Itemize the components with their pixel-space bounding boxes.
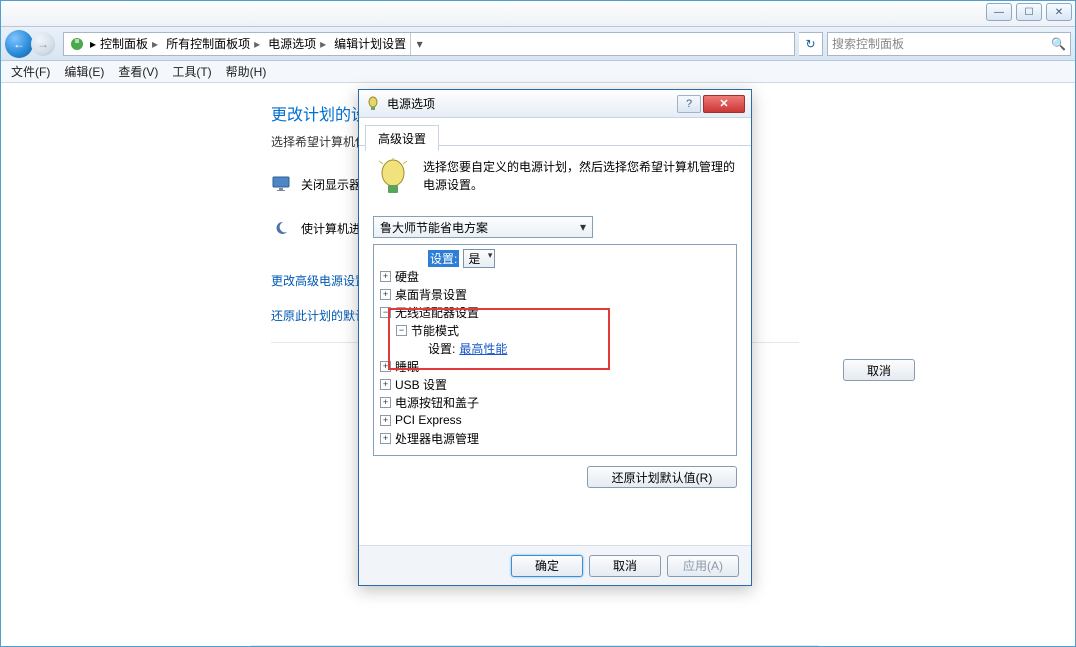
breadcrumb-dropdown[interactable]: ▾ xyxy=(410,33,428,55)
moon-icon xyxy=(271,218,291,238)
tree-power-save-mode[interactable]: 节能模式 xyxy=(411,322,459,339)
lightbulb-large-icon xyxy=(373,158,413,198)
restore-plan-defaults-button[interactable]: 还原计划默认值(R) xyxy=(587,466,737,488)
tab-advanced[interactable]: 高级设置 xyxy=(365,125,439,151)
tree-cpu[interactable]: 处理器电源管理 xyxy=(395,430,479,447)
search-placeholder: 搜索控制面板 xyxy=(832,35,904,52)
breadcrumb-item[interactable]: 编辑计划设置 xyxy=(330,35,410,52)
right-pane: 取消 xyxy=(819,83,1075,646)
tree-sleep[interactable]: 睡眠 xyxy=(395,358,419,375)
arrow-left-icon: ← xyxy=(13,37,25,51)
expand-toggle[interactable]: + xyxy=(380,397,391,408)
lightbulb-icon xyxy=(365,96,381,112)
main-cancel-button[interactable]: 取消 xyxy=(843,359,915,381)
setting-value-dropdown[interactable]: 是 xyxy=(463,249,495,268)
breadcrumb[interactable]: ▸ 控制面板▸ 所有控制面板项▸ 电源选项▸ 编辑计划设置 ▾ xyxy=(63,32,795,56)
dialog-close-button[interactable]: ✕ xyxy=(703,95,745,113)
refresh-button[interactable]: ↻ xyxy=(799,32,823,56)
power-options-dialog: 电源选项 ? ✕ 高级设置 选择您要自定义的电源计划，然后选择您希望计算机管理的… xyxy=(358,89,752,586)
tree-harddisk[interactable]: 硬盘 xyxy=(395,268,419,285)
expand-toggle[interactable]: + xyxy=(380,379,391,390)
address-bar: ← → ▸ 控制面板▸ 所有控制面板项▸ 电源选项▸ 编辑计划设置 ▾ ↻ 搜索… xyxy=(1,27,1075,61)
search-icon: 🔍 xyxy=(1051,37,1066,51)
expand-toggle[interactable]: + xyxy=(380,289,391,300)
menu-file[interactable]: 文件(F) xyxy=(11,63,50,80)
dialog-info-text: 选择您要自定义的电源计划，然后选择您希望计算机管理的电源设置。 xyxy=(423,158,737,198)
tree-power-button[interactable]: 电源按钮和盖子 xyxy=(395,394,479,411)
nav-back-button[interactable]: ← xyxy=(5,30,33,58)
search-input[interactable]: 搜索控制面板 🔍 xyxy=(827,32,1071,56)
collapse-toggle[interactable]: − xyxy=(396,325,407,336)
dialog-footer: 确定 取消 应用(A) xyxy=(359,545,751,585)
expand-toggle[interactable]: + xyxy=(380,415,391,426)
breadcrumb-item[interactable]: 电源选项▸ xyxy=(264,35,330,52)
cancel-button[interactable]: 取消 xyxy=(589,555,661,577)
expand-toggle[interactable]: + xyxy=(380,433,391,444)
dialog-help-button[interactable]: ? xyxy=(677,95,701,113)
menu-view[interactable]: 查看(V) xyxy=(118,63,158,80)
power-plan-selected: 鲁大师节能省电方案 xyxy=(380,219,488,236)
dialog-tabstrip: 高级设置 xyxy=(359,118,751,146)
power-plan-select[interactable]: 鲁大师节能省电方案 ▾ xyxy=(373,216,593,238)
settings-tree[interactable]: 设置: 是 +硬盘 +桌面背景设置 −无线适配器设置 −节能模式 设置: 最高性… xyxy=(373,244,737,456)
chevron-down-icon: ▾ xyxy=(580,220,586,234)
tree-pci-express[interactable]: PCI Express xyxy=(395,413,462,427)
tree-usb[interactable]: USB 设置 xyxy=(395,376,447,393)
tree-setting-link[interactable]: 最高性能 xyxy=(459,340,507,357)
window-maximize-button[interactable]: ☐ xyxy=(1016,3,1042,21)
monitor-icon xyxy=(271,174,291,194)
expand-toggle[interactable]: + xyxy=(380,271,391,282)
tree-wireless[interactable]: 无线适配器设置 xyxy=(395,304,479,321)
menu-tools[interactable]: 工具(T) xyxy=(172,63,211,80)
setting-label-highlighted: 设置: xyxy=(428,250,459,267)
arrow-right-icon: → xyxy=(37,37,49,51)
display-off-label: 关闭显示器: xyxy=(301,176,364,193)
menu-help[interactable]: 帮助(H) xyxy=(226,63,267,80)
control-panel-icon xyxy=(68,35,86,53)
nav-forward-button[interactable]: → xyxy=(31,32,55,56)
expand-toggle[interactable]: + xyxy=(380,361,391,372)
window-titlebar: — ☐ ✕ xyxy=(1,1,1075,27)
dialog-title: 电源选项 xyxy=(387,95,435,112)
window-close-button[interactable]: ✕ xyxy=(1046,3,1072,21)
ok-button[interactable]: 确定 xyxy=(511,555,583,577)
apply-button[interactable]: 应用(A) xyxy=(667,555,739,577)
breadcrumb-item[interactable]: 控制面板▸ xyxy=(96,35,162,52)
dialog-titlebar: 电源选项 ? ✕ xyxy=(359,90,751,118)
refresh-icon: ↻ xyxy=(805,37,815,51)
breadcrumb-item[interactable]: 所有控制面板项▸ xyxy=(162,35,264,52)
window-minimize-button[interactable]: — xyxy=(986,3,1012,21)
tree-setting-prefix: 设置: xyxy=(428,340,455,357)
collapse-toggle[interactable]: − xyxy=(380,307,391,318)
tree-desktop-bg[interactable]: 桌面背景设置 xyxy=(395,286,467,303)
menu-bar: 文件(F) 编辑(E) 查看(V) 工具(T) 帮助(H) xyxy=(1,61,1075,83)
menu-edit[interactable]: 编辑(E) xyxy=(64,63,104,80)
